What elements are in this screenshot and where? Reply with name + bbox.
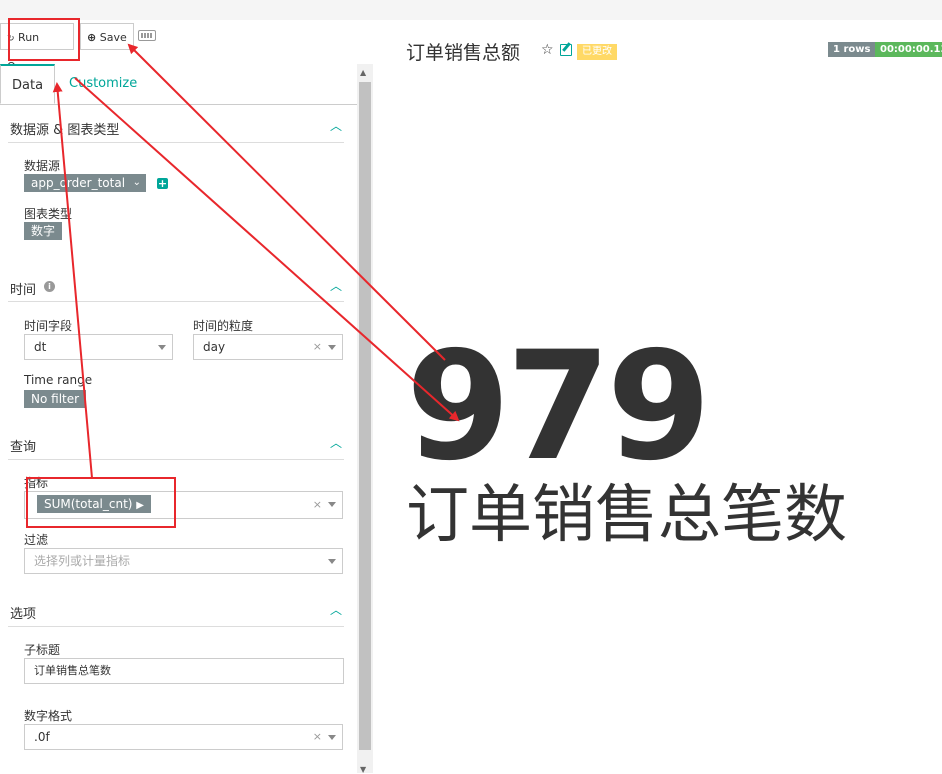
plus-circle-icon: ⊕ (87, 31, 97, 44)
annotation-box-run-query (8, 18, 80, 61)
number-format-value: .0f (34, 730, 50, 744)
chevron-up-icon[interactable]: ︿ (330, 601, 342, 618)
caret-down-icon (328, 735, 336, 740)
section-title-options[interactable]: 选项 (10, 603, 36, 622)
tab-customize[interactable]: Customize (58, 64, 148, 104)
divider (8, 301, 344, 302)
scroll-up-icon[interactable]: ▲ (360, 68, 366, 77)
time-column-label: 时间字段 (24, 319, 73, 333)
star-icon[interactable]: ☆ (541, 42, 554, 58)
chart-panel: 订单销售总额 ☆ 已更改 1 rows 00:00:00.13 979 订单销售… (392, 20, 942, 773)
chevron-up-icon[interactable]: ︿ (330, 117, 342, 134)
subheader-input[interactable]: 订单销售总笔数 (24, 658, 344, 684)
viz-type-label: 图表类型 (24, 207, 73, 221)
chevron-up-icon[interactable]: ︿ (330, 434, 342, 451)
keyboard-icon[interactable] (138, 30, 156, 41)
divider (8, 459, 344, 460)
save-button[interactable]: ⊕ Save (80, 23, 134, 50)
caret-down-icon (328, 559, 336, 564)
time-grain-select[interactable]: day × (193, 334, 343, 360)
query-time-badge: 00:00:00.13 (875, 42, 942, 57)
section-title-time[interactable]: 时间 (10, 279, 36, 298)
chevron-up-icon[interactable]: ︿ (330, 277, 342, 294)
time-grain-label: 时间的粒度 (193, 319, 254, 333)
number-format-select[interactable]: .0f × (24, 724, 343, 750)
control-panel: ↻ Run Query ⊕ Save Data Customize 数据源 & … (0, 20, 374, 774)
panel-tabs: Data Customize (0, 64, 357, 105)
caret-down-icon (328, 502, 336, 507)
big-number: 979 (406, 320, 711, 494)
filter-select[interactable]: 选择列或计量指标 (24, 548, 343, 574)
section-title-query[interactable]: 查询 (10, 436, 36, 455)
datasource-value: app_order_total (31, 176, 126, 190)
info-icon[interactable]: i (44, 281, 55, 292)
scrollbar-thumb[interactable] (359, 82, 371, 750)
viz-type-select[interactable]: 数字 (24, 222, 63, 240)
clear-icon[interactable]: × (313, 725, 322, 749)
caret-down-icon (158, 345, 166, 350)
subheader-value: 订单销售总笔数 (34, 664, 111, 677)
divider (8, 142, 344, 143)
edit-icon[interactable] (560, 44, 572, 56)
top-strip (0, 0, 942, 20)
save-label: Save (99, 31, 127, 44)
time-column-value: dt (34, 340, 47, 354)
number-format-label: 数字格式 (24, 709, 73, 723)
filter-placeholder: 选择列或计量指标 (34, 554, 131, 568)
tab-data[interactable]: Data (0, 64, 56, 104)
annotation-box-metric (26, 477, 176, 528)
chevron-down-icon: ⌄ (132, 177, 141, 188)
clear-icon[interactable]: × (313, 335, 322, 359)
time-column-select[interactable]: dt (24, 334, 173, 360)
subheader-label: 子标题 (24, 643, 61, 657)
time-grain-value: day (203, 340, 226, 354)
caret-down-icon (328, 345, 336, 350)
section-title-datasource[interactable]: 数据源 & 图表类型 (10, 119, 119, 138)
plus-icon[interactable]: + (157, 178, 168, 189)
big-number-subheader: 订单销售总笔数 (406, 478, 847, 551)
datasource-label: 数据源 (24, 159, 61, 173)
time-range-button[interactable]: No filter (24, 390, 87, 408)
row-count-badge: 1 rows (828, 42, 876, 57)
chart-title[interactable]: 订单销售总额 (406, 38, 520, 65)
changed-badge: 已更改 (577, 44, 617, 60)
clear-icon[interactable]: × (313, 493, 322, 517)
time-range-label: Time range (24, 373, 93, 387)
divider (8, 626, 344, 627)
datasource-select[interactable]: app_order_total ⌄ (24, 174, 146, 192)
filter-label: 过滤 (24, 533, 49, 547)
